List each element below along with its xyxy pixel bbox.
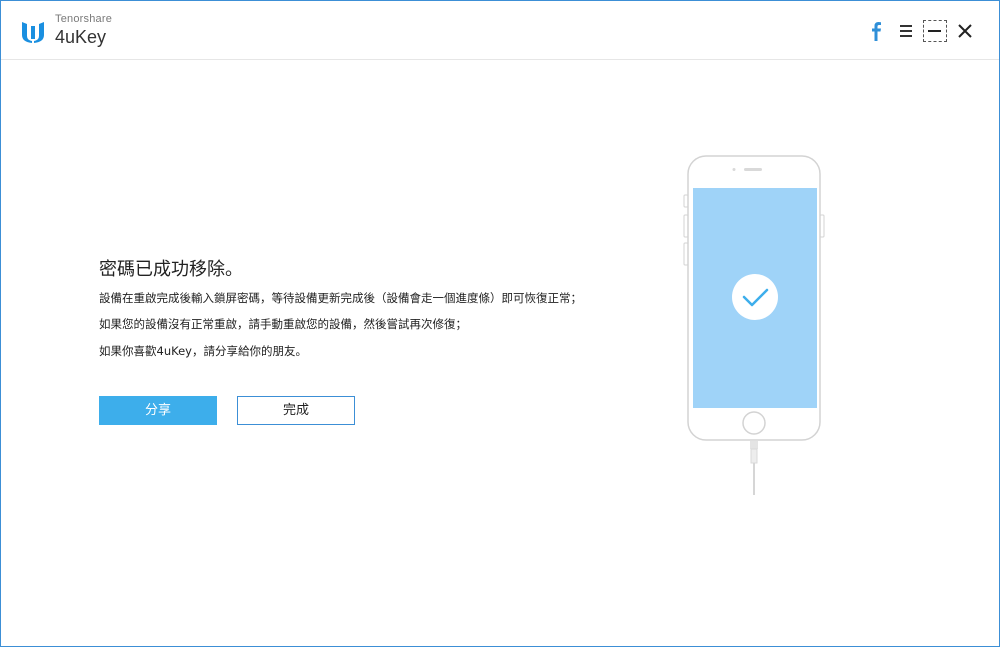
title-bar: Tenorshare 4uKey [1,1,999,60]
close-icon[interactable] [954,19,976,43]
menu-icon[interactable] [895,19,917,43]
success-title: 密碼已成功移除。 [99,259,243,280]
home-button [742,411,766,435]
instruction-line-2: 如果您的設備沒有正常重啟，請手動重啟您的設備，然後嘗試再次修復； [99,317,467,331]
tenorshare-logo-icon [22,22,44,43]
checkmark-circle [732,274,778,320]
brand-company: Tenorshare [55,13,113,25]
share-button[interactable]: 分享 [99,396,217,425]
main-content: 密碼已成功移除。 設備在重啟完成後輸入鎖屏密碼，等待設備更新完成後（設備會走一個… [1,60,999,646]
iphone-illustration [683,155,825,495]
instruction-line-3: 如果你喜歡4uKey，請分享給你的朋友。 [99,344,307,358]
facebook-icon[interactable] [865,19,887,43]
done-button[interactable]: 完成 [237,396,355,425]
app-window: Tenorshare 4uKey 密碼已成功移除。 設備在重啟完成後輸入鎖屏密碼… [0,0,1000,647]
minimize-icon[interactable] [923,20,947,42]
brand-product-name: 4uKey [55,27,107,47]
instruction-line-1: 設備在重啟完成後輸入鎖屏密碼，等待設備更新完成後（設備會走一個進度條）即可恢復正… [99,291,582,305]
